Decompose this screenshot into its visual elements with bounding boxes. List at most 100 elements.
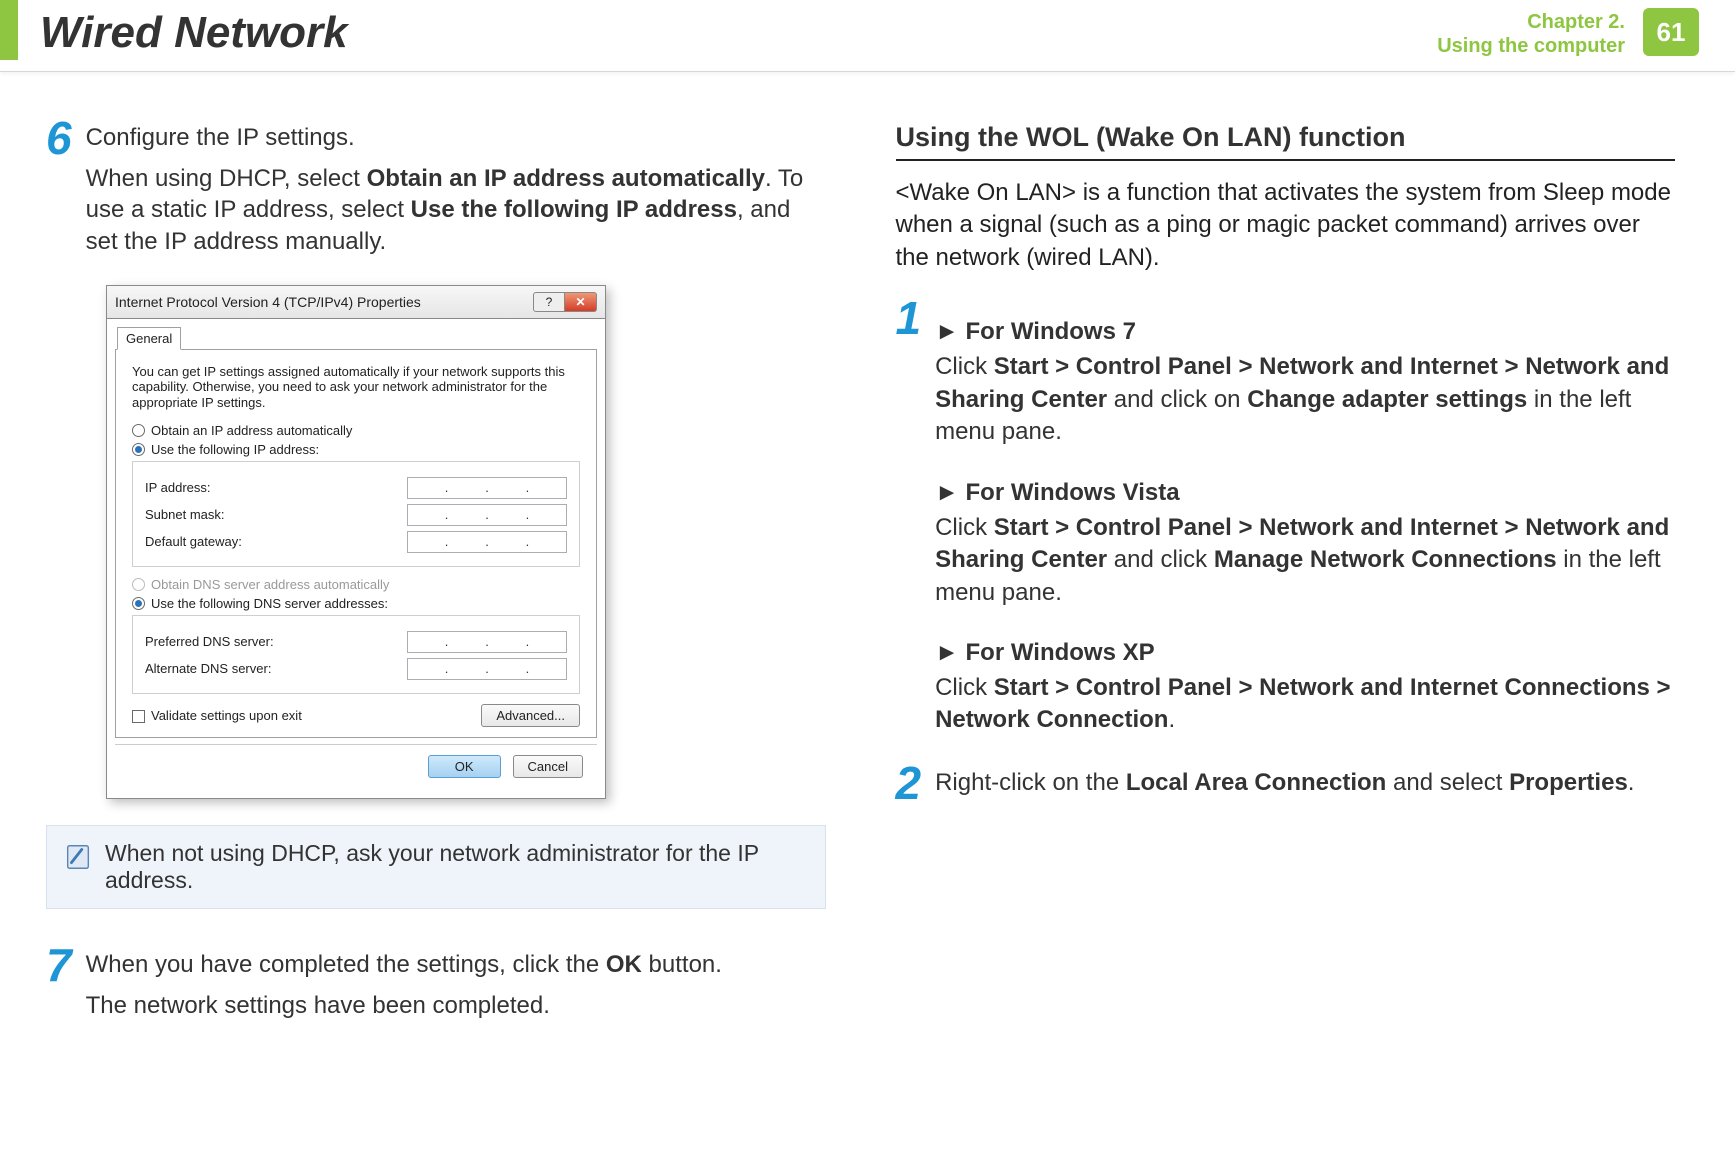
advanced-button[interactable]: Advanced... bbox=[481, 704, 580, 727]
text: Click bbox=[935, 674, 994, 701]
step-7-line2: The network settings have been completed… bbox=[86, 990, 722, 1021]
right-column: Using the WOL (Wake On LAN) function <Wa… bbox=[896, 122, 1676, 1049]
note-box: When not using DHCP, ask your network ad… bbox=[46, 825, 826, 909]
xp-block: ► For Windows XP Click Start > Control P… bbox=[935, 637, 1675, 737]
ok-button[interactable]: OK bbox=[428, 755, 501, 778]
win7-head: ► For Windows 7 bbox=[935, 316, 1675, 347]
xp-body: Click Start > Control Panel > Network an… bbox=[935, 672, 1675, 737]
radio-label: Obtain DNS server address automatically bbox=[151, 577, 389, 592]
dialog-title: Internet Protocol Version 4 (TCP/IPv4) P… bbox=[115, 294, 421, 310]
ipv4-properties-dialog: Internet Protocol Version 4 (TCP/IPv4) P… bbox=[106, 285, 606, 799]
radio-label: Use the following IP address: bbox=[151, 442, 319, 457]
content-columns: 6 Configure the IP settings. When using … bbox=[0, 72, 1735, 1049]
step-6-body: Configure the IP settings. When using DH… bbox=[86, 122, 826, 267]
text: and click bbox=[1107, 546, 1214, 573]
radio-label: Use the following DNS server addresses: bbox=[151, 596, 388, 611]
vista-body: Click Start > Control Panel > Network an… bbox=[935, 512, 1675, 609]
win7-body: Click Start > Control Panel > Network an… bbox=[935, 351, 1675, 448]
radio-icon bbox=[132, 578, 145, 591]
step-7-line1: When you have completed the settings, cl… bbox=[86, 949, 722, 980]
wol-intro: <Wake On LAN> is a function that activat… bbox=[896, 177, 1676, 274]
field-label: Subnet mask: bbox=[145, 507, 407, 522]
text: Right-click on the bbox=[935, 769, 1126, 796]
radio-icon bbox=[132, 597, 145, 610]
left-column: 6 Configure the IP settings. When using … bbox=[46, 122, 826, 1049]
win7-block: ► For Windows 7 Click Start > Control Pa… bbox=[935, 316, 1675, 448]
step-2: 2 Right-click on the Local Area Connecti… bbox=[896, 767, 1676, 808]
step-2-number: 2 bbox=[896, 763, 922, 808]
row-ip-address: IP address: ... bbox=[145, 477, 567, 499]
step-1-body: ► For Windows 7 Click Start > Control Pa… bbox=[935, 302, 1675, 737]
text: When using DHCP, select bbox=[86, 165, 367, 192]
step-2-text: Right-click on the Local Area Connection… bbox=[935, 767, 1634, 798]
tab-general[interactable]: General bbox=[117, 327, 181, 350]
text: When you have completed the settings, cl… bbox=[86, 951, 606, 978]
dialog-footer: OK Cancel bbox=[115, 744, 597, 788]
step-6-line2: When using DHCP, select Obtain an IP add… bbox=[86, 163, 826, 257]
page-number-badge: 61 bbox=[1643, 8, 1699, 56]
tab-panel: You can get IP settings assigned automat… bbox=[115, 349, 597, 738]
page-header: Wired Network Chapter 2. Using the compu… bbox=[0, 0, 1735, 72]
vista-block: ► For Windows Vista Click Start > Contro… bbox=[935, 477, 1675, 609]
step-2-body: Right-click on the Local Area Connection… bbox=[935, 767, 1634, 808]
radio-label: Obtain an IP address automatically bbox=[151, 423, 352, 438]
dialog-intro: You can get IP settings assigned automat… bbox=[132, 364, 580, 411]
step-7: 7 When you have completed the settings, … bbox=[46, 949, 826, 1031]
bold-text: Manage Network Connections bbox=[1214, 546, 1557, 573]
dns-fieldset: Preferred DNS server: ... Alternate DNS … bbox=[132, 615, 580, 694]
radio-use-following-ip[interactable]: Use the following IP address: bbox=[132, 442, 580, 457]
field-label: Default gateway: bbox=[145, 534, 407, 549]
field-label: Alternate DNS server: bbox=[145, 661, 407, 676]
bold-text: Change adapter settings bbox=[1247, 386, 1527, 413]
bold-text: Properties bbox=[1509, 769, 1628, 796]
text: and select bbox=[1386, 769, 1509, 796]
field-label: IP address: bbox=[145, 480, 407, 495]
dialog-body: General You can get IP settings assigned… bbox=[106, 318, 606, 799]
step-7-body: When you have completed the settings, cl… bbox=[86, 949, 722, 1031]
wol-heading: Using the WOL (Wake On LAN) function bbox=[896, 122, 1676, 161]
left-accent bbox=[0, 0, 18, 60]
xp-head: ► For Windows XP bbox=[935, 637, 1675, 668]
row-pref-dns: Preferred DNS server: ... bbox=[145, 631, 567, 653]
step-1: 1 ► For Windows 7 Click Start > Control … bbox=[896, 302, 1676, 737]
gateway-input[interactable]: ... bbox=[407, 531, 567, 553]
bold-text: Use the following IP address bbox=[411, 196, 737, 223]
pref-dns-input[interactable]: ... bbox=[407, 631, 567, 653]
text: . bbox=[1168, 706, 1175, 733]
field-label: Preferred DNS server: bbox=[145, 634, 407, 649]
row-gateway: Default gateway: ... bbox=[145, 531, 567, 553]
step-6: 6 Configure the IP settings. When using … bbox=[46, 122, 826, 267]
note-icon bbox=[63, 842, 93, 872]
alt-dns-input[interactable]: ... bbox=[407, 658, 567, 680]
bold-text: Start > Control Panel > Network and Inte… bbox=[935, 674, 1670, 733]
vista-head: ► For Windows Vista bbox=[935, 477, 1675, 508]
dialog-titlebar[interactable]: Internet Protocol Version 4 (TCP/IPv4) P… bbox=[106, 285, 606, 318]
chapter-info: Chapter 2. Using the computer bbox=[1437, 10, 1625, 58]
radio-use-following-dns[interactable]: Use the following DNS server addresses: bbox=[132, 596, 580, 611]
chapter-line1: Chapter 2. bbox=[1437, 10, 1625, 34]
validate-checkbox-wrap[interactable]: Validate settings upon exit bbox=[132, 708, 302, 723]
step-6-line1: Configure the IP settings. bbox=[86, 122, 826, 153]
step-7-number: 7 bbox=[46, 945, 72, 1031]
ip-fieldset: IP address: ... Subnet mask: ... Default… bbox=[132, 461, 580, 567]
radio-obtain-dns-auto: Obtain DNS server address automatically bbox=[132, 577, 580, 592]
note-text: When not using DHCP, ask your network ad… bbox=[105, 840, 809, 894]
text: and click on bbox=[1107, 386, 1247, 413]
step-1-number: 1 bbox=[896, 298, 922, 737]
subnet-input[interactable]: ... bbox=[407, 504, 567, 526]
validate-row: Validate settings upon exit Advanced... bbox=[132, 704, 580, 727]
radio-icon bbox=[132, 424, 145, 437]
radio-obtain-ip-auto[interactable]: Obtain an IP address automatically bbox=[132, 423, 580, 438]
help-button[interactable]: ? bbox=[533, 292, 565, 312]
window-buttons: ? ✕ bbox=[533, 292, 597, 312]
bold-text: Local Area Connection bbox=[1126, 769, 1386, 796]
checkbox-icon bbox=[132, 710, 145, 723]
text: . bbox=[1628, 769, 1635, 796]
row-subnet: Subnet mask: ... bbox=[145, 504, 567, 526]
cancel-button[interactable]: Cancel bbox=[513, 755, 583, 778]
close-button[interactable]: ✕ bbox=[565, 292, 597, 312]
chapter-line2: Using the computer bbox=[1437, 34, 1625, 58]
text: Click bbox=[935, 353, 994, 380]
page-title: Wired Network bbox=[40, 8, 348, 58]
ip-address-input[interactable]: ... bbox=[407, 477, 567, 499]
